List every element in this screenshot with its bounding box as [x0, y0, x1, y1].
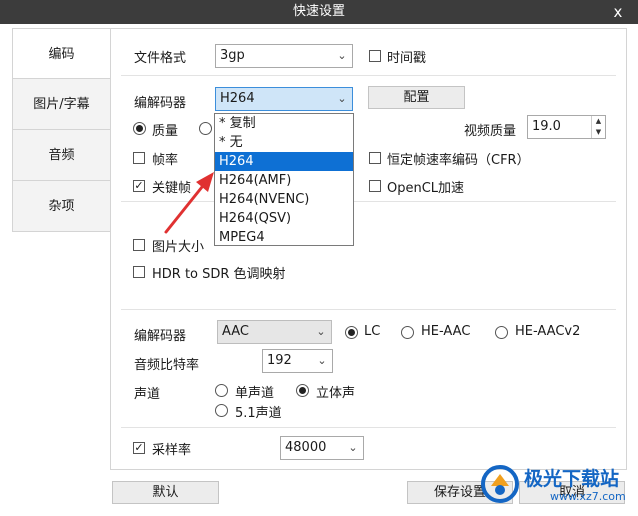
spinner-buttons[interactable]: ▲ ▼	[591, 116, 605, 138]
channel-radio-51[interactable]	[215, 404, 228, 417]
image-size-checkbox[interactable]	[133, 239, 145, 251]
video-codec-label: 编解码器	[134, 96, 187, 111]
audio-codec-value: AAC	[222, 324, 249, 339]
window-title: 快速设置	[292, 4, 345, 19]
hdr-checkbox[interactable]	[133, 266, 145, 278]
audio-codec-label: 编解码器	[134, 329, 187, 344]
chevron-down-icon: ⌄	[348, 441, 358, 454]
divider	[121, 309, 616, 310]
tab-picture-subtitle[interactable]: 图片/字幕	[12, 79, 111, 130]
samplerate-select[interactable]: 48000 ⌄	[280, 436, 364, 460]
divider	[121, 75, 616, 76]
profile-radio-lc[interactable]	[345, 326, 358, 339]
audio-codec-select[interactable]: AAC ⌄	[217, 320, 332, 344]
timestamp-checkbox[interactable]	[369, 50, 381, 62]
chevron-down-icon: ⌄	[337, 49, 347, 62]
dropdown-option[interactable]: H264(AMF)	[215, 171, 353, 190]
bitrate-mode-radio[interactable]	[199, 122, 212, 135]
file-format-label: 文件格式	[134, 51, 187, 66]
keyframe-checkbox[interactable]: ✓	[133, 180, 145, 192]
spin-down-icon[interactable]: ▼	[592, 127, 605, 138]
profile-radio-he-aac[interactable]	[401, 326, 414, 339]
profile-label-he-aac: HE-AAC	[421, 324, 471, 339]
dropdown-option[interactable]: H264	[215, 152, 353, 171]
channel-label-mono: 单声道	[235, 386, 275, 401]
audio-bitrate-label: 音频比特率	[134, 358, 200, 373]
samplerate-checkbox[interactable]: ✓	[133, 442, 145, 454]
channel-label-51: 5.1声道	[235, 406, 282, 421]
quality-radio[interactable]	[133, 122, 146, 135]
dropdown-option[interactable]: * 复制	[215, 114, 353, 133]
samplerate-value: 48000	[285, 440, 327, 455]
video-quality-spinner[interactable]: 19.0 ▲ ▼	[527, 115, 606, 139]
hdr-label: HDR to SDR 色调映射	[152, 267, 286, 282]
tab-audio[interactable]: 音频	[12, 130, 111, 181]
video-quality-value: 19.0	[532, 119, 561, 134]
cfr-checkbox[interactable]	[369, 152, 381, 164]
channel-radio-stereo[interactable]	[296, 384, 309, 397]
chevron-down-icon: ⌄	[316, 325, 326, 338]
samplerate-label: 采样率	[152, 443, 192, 458]
dropdown-option[interactable]: H264(QSV)	[215, 209, 353, 228]
profile-label-lc: LC	[364, 324, 381, 339]
dropdown-option[interactable]: * 无	[215, 133, 353, 152]
audio-bitrate-value: 192	[267, 353, 292, 368]
divider	[121, 427, 616, 428]
audio-bitrate-select[interactable]: 192 ⌄	[262, 349, 333, 373]
file-format-value: 3gp	[220, 48, 245, 63]
dropdown-option[interactable]: MPEG4	[215, 228, 353, 247]
framerate-checkbox[interactable]	[133, 152, 145, 164]
chevron-down-icon: ⌄	[337, 92, 347, 105]
opencl-label: OpenCL加速	[387, 181, 465, 196]
config-button[interactable]: 配置	[368, 86, 465, 109]
channel-label-stereo: 立体声	[316, 386, 356, 401]
watermark-title: 极光下载站	[524, 468, 620, 490]
channel-radio-mono[interactable]	[215, 384, 228, 397]
opencl-checkbox[interactable]	[369, 180, 381, 192]
title-bar: 快速设置 x	[0, 0, 638, 24]
profile-radio-he-aacv2[interactable]	[495, 326, 508, 339]
cfr-label: 恒定帧速率编码（CFR）	[387, 153, 530, 168]
quality-label: 质量	[152, 124, 179, 139]
dropdown-option[interactable]: H264(NVENC)	[215, 190, 353, 209]
file-format-select[interactable]: 3gp ⌄	[215, 44, 353, 68]
framerate-label: 帧率	[152, 153, 179, 168]
close-icon[interactable]: x	[608, 0, 628, 24]
default-button[interactable]: 默认	[112, 481, 219, 504]
timestamp-label: 时间戳	[387, 51, 427, 66]
watermark-logo-icon	[481, 465, 519, 503]
tab-misc[interactable]: 杂项	[12, 181, 111, 232]
video-quality-label: 视频质量	[464, 124, 517, 139]
watermark: 极光下载站 www.xz7.com	[476, 460, 636, 512]
side-tabs: 编码 图片/字幕 音频 杂项	[12, 28, 111, 232]
video-codec-dropdown[interactable]: * 复制 * 无 H264 H264(AMF) H264(NVENC) H264…	[214, 113, 354, 246]
video-codec-select[interactable]: H264 ⌄	[215, 87, 353, 111]
spin-up-icon[interactable]: ▲	[592, 116, 605, 127]
profile-label-he-aacv2: HE-AACv2	[515, 324, 581, 339]
channels-label: 声道	[134, 387, 161, 402]
chevron-down-icon: ⌄	[317, 354, 327, 367]
tab-encoding[interactable]: 编码	[12, 28, 111, 79]
annotation-arrow-icon	[164, 172, 214, 234]
video-codec-value: H264	[220, 91, 255, 106]
watermark-url: www.xz7.com	[550, 490, 626, 503]
